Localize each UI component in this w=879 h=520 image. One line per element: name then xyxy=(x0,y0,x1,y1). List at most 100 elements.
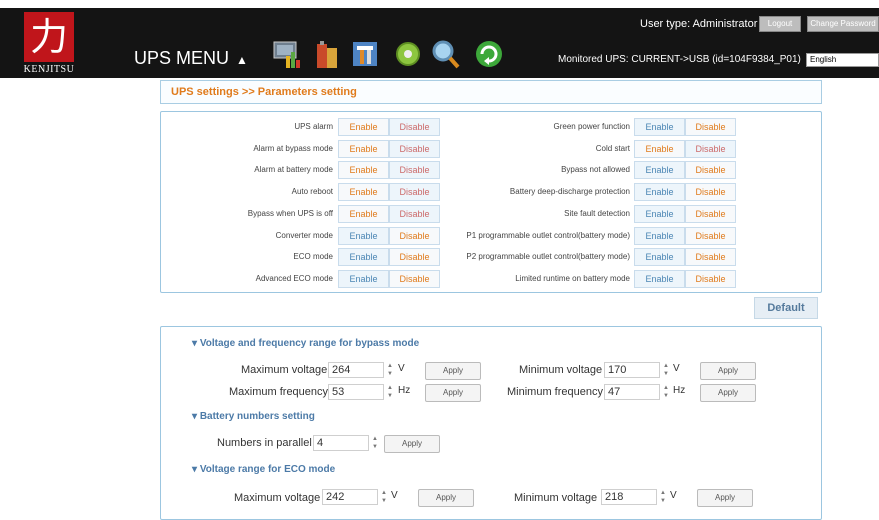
enable-button[interactable]: Enable xyxy=(634,269,685,288)
disable-button[interactable]: Disable xyxy=(685,118,736,136)
numbers-in-parallel-label: Numbers in parallel xyxy=(217,437,312,449)
disable-button[interactable]: Disable xyxy=(389,204,440,223)
enable-button[interactable]: Enable xyxy=(634,226,685,245)
param-label: Auto reboot xyxy=(291,187,333,197)
disable-button[interactable]: Disable xyxy=(389,118,440,136)
param-label: Bypass not allowed xyxy=(561,165,630,175)
enable-button[interactable]: Enable xyxy=(338,226,389,245)
apply-button[interactable]: Apply xyxy=(425,362,481,380)
param-label: Limited runtime on battery mode xyxy=(515,273,630,283)
ups-menu-label: UPS MENU xyxy=(134,48,230,68)
disable-button[interactable]: Disable xyxy=(685,161,736,180)
eco-min-voltage-label: Minimum voltage xyxy=(514,492,598,504)
enable-button[interactable]: Enable xyxy=(338,161,389,180)
header: 力 KENJITSU UPS MENU ▲ User type: Adminis… xyxy=(0,0,879,78)
enable-button[interactable]: Enable xyxy=(338,183,389,202)
numbers-in-parallel-input[interactable]: 4 xyxy=(313,435,369,451)
gear-icon[interactable] xyxy=(393,38,423,70)
battery-icon[interactable] xyxy=(313,38,343,70)
unit-v: V xyxy=(670,490,677,501)
enable-button[interactable]: Enable xyxy=(634,118,685,136)
numbers-in-parallel-spinner[interactable]: ▲ ▼ xyxy=(371,435,379,451)
disable-button[interactable]: Disable xyxy=(685,269,736,288)
disable-button[interactable]: Disable xyxy=(389,226,440,245)
bypass-max-voltage-input[interactable]: 264 xyxy=(328,362,384,378)
language-select[interactable]: English xyxy=(806,53,879,67)
param-label: Site fault detection xyxy=(564,208,630,218)
logo: 力 KENJITSU xyxy=(20,8,78,78)
breadcrumb-bar: UPS settings >> Parameters setting xyxy=(160,80,822,104)
enable-button[interactable]: Enable xyxy=(338,204,389,223)
eco-max-voltage-label: Maximum voltage xyxy=(234,492,321,504)
bypass-max-frequency-spinner[interactable]: ▲ ▼ xyxy=(386,384,394,400)
enable-button[interactable]: Enable xyxy=(634,248,685,267)
unit-v: V xyxy=(391,490,398,501)
monitored-ups: Monitored UPS: CURRENT->USB (id=104F9384… xyxy=(558,54,801,65)
disable-button[interactable]: Disable xyxy=(685,183,736,202)
apply-button[interactable]: Apply xyxy=(700,384,756,402)
refresh-icon[interactable] xyxy=(474,38,504,70)
unit-v: V xyxy=(673,363,680,374)
enable-button[interactable]: Enable xyxy=(634,139,685,158)
enable-button[interactable]: Enable xyxy=(634,204,685,223)
param-label: Alarm at battery mode xyxy=(254,165,333,175)
apply-button[interactable]: Apply xyxy=(425,384,481,402)
apply-button[interactable]: Apply xyxy=(697,489,753,507)
bypass-min-voltage-label: Minimum voltage xyxy=(519,364,603,376)
enable-button[interactable]: Enable xyxy=(338,139,389,158)
section-battery-title: ▾ Battery numbers setting xyxy=(192,411,315,422)
enable-button[interactable]: Enable xyxy=(338,118,389,136)
disable-button[interactable]: Disable xyxy=(389,139,440,158)
bypass-max-frequency-input[interactable]: 53 xyxy=(328,384,384,400)
apply-button[interactable]: Apply xyxy=(700,362,756,380)
bypass-max-voltage-spinner[interactable]: ▲ ▼ xyxy=(386,362,394,378)
bypass-min-frequency-input[interactable]: 47 xyxy=(604,384,660,400)
disable-button[interactable]: Disable xyxy=(685,226,736,245)
param-label: Converter mode xyxy=(275,230,333,240)
status-chart-icon[interactable] xyxy=(272,38,302,70)
eco-max-voltage-spinner[interactable]: ▲ ▼ xyxy=(380,489,388,505)
param-label: ECO mode xyxy=(293,252,333,262)
section-eco-title-text: Voltage range for ECO mode xyxy=(199,464,336,475)
bypass-min-frequency-spinner[interactable]: ▲ ▼ xyxy=(662,384,670,400)
disable-button[interactable]: Disable xyxy=(389,269,440,288)
bypass-min-voltage-spinner[interactable]: ▲ ▼ xyxy=(662,362,670,378)
eco-min-voltage-input[interactable]: 218 xyxy=(601,489,657,505)
enable-button[interactable]: Enable xyxy=(338,269,389,288)
apply-button[interactable]: Apply xyxy=(418,489,474,507)
disable-button[interactable]: Disable xyxy=(685,139,736,158)
logout-button[interactable]: Logout xyxy=(759,16,801,32)
param-label: Battery deep-discharge protection xyxy=(509,187,630,197)
disable-button[interactable]: Disable xyxy=(389,248,440,267)
disable-button[interactable]: Disable xyxy=(389,183,440,202)
bypass-min-voltage-input[interactable]: 170 xyxy=(604,362,660,378)
disable-button[interactable]: Disable xyxy=(389,161,440,180)
logo-mark: 力 xyxy=(24,12,74,62)
param-label: Green power function xyxy=(553,122,631,131)
default-button[interactable]: Default xyxy=(754,297,818,319)
bypass-min-frequency-label: Minimum frequency xyxy=(507,386,603,398)
eco-min-voltage-spinner[interactable]: ▲ ▼ xyxy=(659,489,667,505)
eco-max-voltage-input[interactable]: 242 xyxy=(322,489,378,505)
settings-tools-icon[interactable] xyxy=(351,38,381,70)
section-battery-title-text: Battery numbers setting xyxy=(199,411,315,422)
apply-button[interactable]: Apply xyxy=(384,435,440,453)
unit-hz: Hz xyxy=(673,385,686,396)
section-bypass-title-text: Voltage and frequency range for bypass m… xyxy=(199,338,420,349)
menu-arrow-icon: ▲ xyxy=(236,53,248,67)
param-label: P2 programmable outlet control(battery m… xyxy=(466,252,630,262)
enable-button[interactable]: Enable xyxy=(634,161,685,180)
change-password-button[interactable]: Change Password xyxy=(807,16,879,32)
param-label: Advanced ECO mode xyxy=(255,273,333,283)
search-icon[interactable] xyxy=(431,38,461,70)
param-label: Alarm at bypass mode xyxy=(253,143,333,153)
disable-button[interactable]: Disable xyxy=(685,248,736,267)
bypass-max-frequency-label: Maximum frequency xyxy=(229,386,329,398)
enable-button[interactable]: Enable xyxy=(634,183,685,202)
ranges-panel: ▾ Voltage and frequency range for bypass… xyxy=(160,326,822,520)
disable-button[interactable]: Disable xyxy=(685,204,736,223)
enable-button[interactable]: Enable xyxy=(338,248,389,267)
section-eco-title: ▾ Voltage range for ECO mode xyxy=(192,464,336,475)
param-label: UPS alarm xyxy=(294,122,333,131)
ups-menu-button[interactable]: UPS MENU ▲ xyxy=(134,48,248,69)
